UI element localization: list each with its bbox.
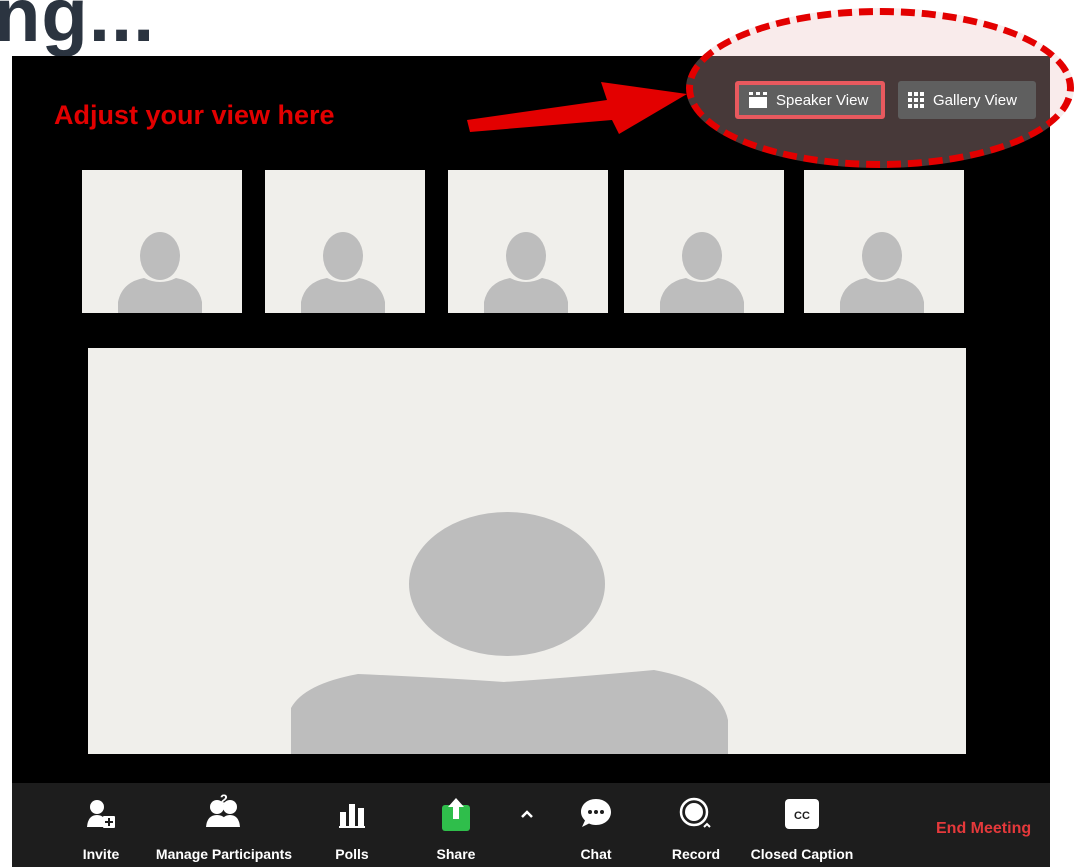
polls-button[interactable]: Polls bbox=[330, 783, 374, 867]
slide-title: ng... bbox=[0, 0, 156, 58]
manage-participants-button[interactable]: 2 Manage Participants bbox=[150, 783, 298, 867]
closed-caption-button[interactable]: CC Closed Caption bbox=[744, 783, 860, 867]
invite-icon bbox=[87, 800, 115, 828]
person-silhouette-icon bbox=[660, 232, 744, 313]
participant-count-badge: 2 bbox=[220, 791, 228, 807]
polls-label: Polls bbox=[335, 846, 369, 862]
person-silhouette-icon bbox=[840, 232, 924, 313]
chevron-up-icon bbox=[521, 810, 533, 818]
participant-thumbnail[interactable] bbox=[448, 170, 608, 313]
chat-button[interactable]: Chat bbox=[576, 783, 616, 867]
share-label: Share bbox=[436, 846, 476, 862]
participant-thumbnail[interactable] bbox=[265, 170, 425, 313]
participant-thumbnail[interactable] bbox=[82, 170, 242, 313]
participant-thumbnail[interactable] bbox=[804, 170, 964, 313]
person-silhouette-icon bbox=[301, 232, 385, 313]
cc-badge-text: CC bbox=[794, 810, 810, 822]
person-silhouette-icon bbox=[484, 232, 568, 313]
invite-label: Invite bbox=[82, 846, 120, 862]
person-silhouette-icon bbox=[118, 232, 202, 313]
end-meeting-button[interactable]: End Meeting bbox=[936, 820, 1031, 838]
chat-icon bbox=[581, 799, 611, 827]
share-button[interactable]: Share bbox=[432, 783, 480, 867]
closed-caption-icon: CC bbox=[785, 799, 819, 829]
share-screen-icon bbox=[442, 798, 470, 831]
manage-participants-label: Manage Participants bbox=[155, 846, 293, 862]
speaker-view-icon bbox=[749, 92, 767, 108]
invite-button[interactable]: Invite bbox=[78, 783, 124, 867]
share-options-chevron[interactable] bbox=[514, 783, 540, 867]
gallery-grid-icon bbox=[908, 92, 924, 108]
speaker-view-label: Speaker View bbox=[776, 91, 869, 109]
speaker-silhouette-icon bbox=[291, 512, 728, 754]
annotation-arrow-icon bbox=[467, 82, 687, 134]
speaker-view-button[interactable]: Speaker View bbox=[735, 81, 885, 119]
gallery-view-button[interactable]: Gallery View bbox=[898, 81, 1036, 119]
chat-label: Chat bbox=[580, 846, 612, 862]
record-button[interactable]: Record bbox=[668, 783, 724, 867]
closed-caption-label: Closed Caption bbox=[750, 846, 854, 862]
record-icon bbox=[679, 797, 711, 828]
polls-icon bbox=[339, 804, 365, 828]
record-label: Record bbox=[671, 846, 721, 862]
gallery-view-label: Gallery View bbox=[933, 91, 1017, 109]
participant-thumbnail[interactable] bbox=[624, 170, 784, 313]
main-speaker-video bbox=[88, 348, 966, 754]
annotation-text: Adjust your view here bbox=[54, 100, 335, 130]
